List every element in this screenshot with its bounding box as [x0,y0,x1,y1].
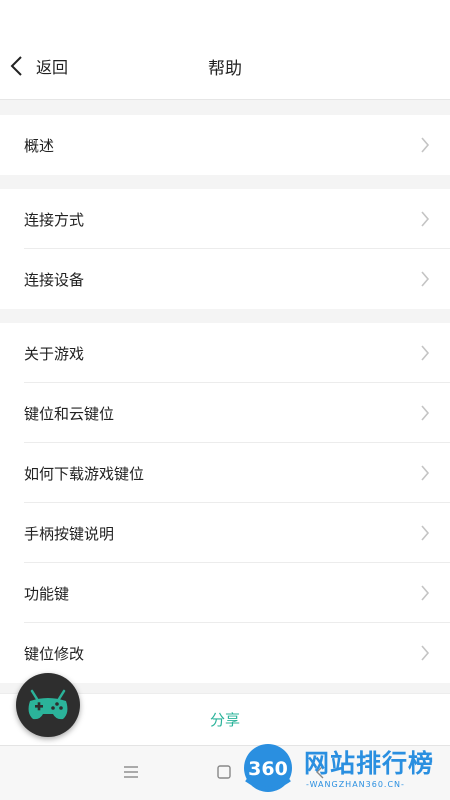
help-group-game: 关于游戏 键位和云键位 如何下载游戏键位 手柄按键说明 功能键 键位修改 [0,323,450,683]
share-button[interactable]: 分享 [210,709,240,730]
floating-gamepad-button[interactable] [16,673,80,737]
help-item-label: 连接方式 [24,210,85,229]
watermark-text: 网站排行榜 [304,749,435,778]
chevron-right-icon [421,465,430,481]
chevron-right-icon [421,645,430,661]
chevron-right-icon [421,137,430,153]
help-item-function-keys[interactable]: 功能键 [0,563,450,623]
help-item-label: 概述 [24,136,55,155]
help-item-gamepad-buttons[interactable]: 手柄按键说明 [0,503,450,563]
help-item-label: 如何下载游戏键位 [24,464,145,483]
help-item-label: 手柄按键说明 [24,524,115,543]
help-item-about-games[interactable]: 关于游戏 [0,323,450,383]
360-logo-icon: 360 [244,744,292,792]
help-item-edit-keymap[interactable]: 键位修改 [0,623,450,683]
header-bar: 返回 帮助 [0,0,450,100]
help-item-label: 键位修改 [24,644,85,663]
watermark-subtext: -WANGZHAN360.CN- [306,780,405,789]
chevron-right-icon [421,585,430,601]
help-item-connection-method[interactable]: 连接方式 [0,189,450,249]
chevron-right-icon [421,271,430,287]
chevron-right-icon [421,405,430,421]
help-group-connection: 连接方式 连接设备 [0,189,450,309]
chevron-right-icon [421,211,430,227]
watermark-logo-text: 360 [248,758,288,780]
help-item-overview[interactable]: 概述 [0,115,450,175]
page-title: 帮助 [208,59,242,79]
menu-icon[interactable] [123,764,139,780]
home-icon[interactable] [216,764,232,780]
chevron-right-icon [421,345,430,361]
gamepad-icon [28,689,68,720]
help-item-label: 连接设备 [24,270,85,289]
help-group-overview: 概述 [0,115,450,175]
chevron-right-icon [421,525,430,541]
help-list: 概述 连接方式 连接设备 关于游戏 键位和云键位 如何下载游戏键位 手柄按键说明 [0,101,450,683]
help-item-label: 功能键 [24,584,70,603]
watermark: 360 网站排行榜 -WANGZHAN360.CN- [240,738,445,798]
help-item-label: 键位和云键位 [24,404,115,423]
help-item-label: 关于游戏 [24,344,85,363]
help-item-keymap-cloud[interactable]: 键位和云键位 [0,383,450,443]
help-item-connect-device[interactable]: 连接设备 [0,249,450,309]
help-item-download-keymap[interactable]: 如何下载游戏键位 [0,443,450,503]
